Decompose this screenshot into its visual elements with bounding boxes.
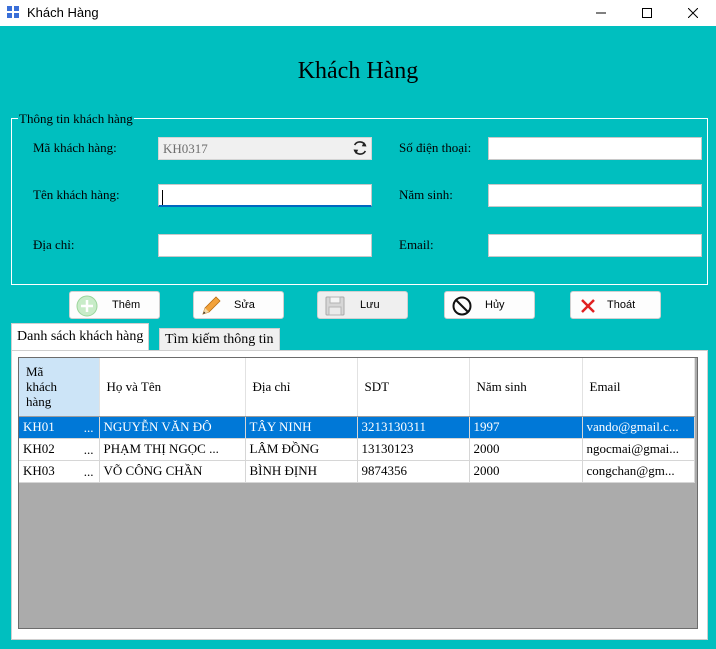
cell-address[interactable]: TÂY NINH [245, 416, 358, 439]
maximize-button[interactable] [624, 0, 670, 26]
save-button-label: Lưu [360, 299, 380, 311]
minimize-icon [596, 12, 606, 14]
address-label: Địa chỉ: [33, 237, 75, 252]
cell-name[interactable]: PHẠM THỊ NGỌC ... [99, 438, 246, 461]
edit-button[interactable]: Sửa [193, 291, 284, 319]
address-field[interactable] [158, 234, 372, 257]
title-bar[interactable]: Khách Hàng [0, 0, 716, 26]
cell-id[interactable]: KH02... [19, 438, 100, 461]
cell-id[interactable]: KH03... [19, 460, 100, 483]
cell-id-text: KH02 [23, 441, 55, 456]
header-full-name[interactable]: Họ và Tên [99, 358, 246, 417]
exit-button-label: Thoát [607, 299, 636, 311]
save-icon [325, 296, 345, 316]
cell-email[interactable]: vando@gmail.c... [582, 416, 695, 439]
birth-year-field[interactable] [488, 184, 702, 207]
grid-header-row: Mã khách hàng Họ và Tên Địa chỉ SDT Năm … [19, 358, 695, 417]
cell-id-ellipsis: ... [83, 441, 94, 457]
close-icon [688, 8, 698, 18]
groupbox-label: Thông tin khách hàng [18, 111, 134, 127]
close-red-icon [581, 299, 595, 313]
exit-button[interactable]: Thoát [570, 291, 661, 319]
add-icon [76, 295, 98, 317]
form-title: Khách Hàng [297, 58, 419, 84]
pencil-icon [202, 296, 221, 315]
close-window-button[interactable] [670, 0, 716, 26]
header-birth-year[interactable]: Năm sinh [469, 358, 583, 417]
cell-id[interactable]: KH01... [19, 416, 100, 439]
table-row[interactable]: KH03... VÕ CÔNG CHẦN BÌNH ĐỊNH 9874356 2… [19, 460, 695, 483]
window-title: Khách Hàng [27, 5, 99, 20]
cell-email[interactable]: ngocmai@gmai... [582, 438, 695, 461]
cell-name[interactable]: NGUYỄN VĂN ĐÔ [99, 416, 246, 439]
cell-email[interactable]: congchan@gm... [582, 460, 695, 483]
customer-datagrid[interactable]: Mã khách hàng Họ và Tên Địa chỉ SDT Năm … [18, 357, 698, 629]
grid-table: Mã khách hàng Họ và Tên Địa chỉ SDT Năm … [19, 358, 695, 483]
table-row[interactable]: KH01... NGUYỄN VĂN ĐÔ TÂY NINH 321313031… [19, 416, 695, 439]
cell-phone[interactable]: 3213130311 [357, 416, 470, 439]
cell-id-text: KH01 [23, 419, 55, 434]
cell-year[interactable]: 2000 [469, 460, 583, 483]
phone-label: Số điện thoại: [399, 140, 472, 155]
edit-button-label: Sửa [234, 299, 255, 311]
cancel-button[interactable]: Hủy [444, 291, 535, 319]
cell-phone[interactable]: 13130123 [357, 438, 470, 461]
save-button[interactable]: Lưu [317, 291, 408, 319]
customer-id-field[interactable]: KH0317 [158, 137, 372, 160]
header-customer-id[interactable]: Mã khách hàng [19, 358, 100, 417]
cell-year[interactable]: 1997 [469, 416, 583, 439]
customer-id-label: Mã khách hàng: [33, 140, 117, 155]
tab-search-info[interactable]: Tìm kiếm thông tin [159, 328, 280, 350]
header-address[interactable]: Địa chỉ [245, 358, 358, 417]
refresh-icon[interactable] [351, 139, 369, 157]
cell-name[interactable]: VÕ CÔNG CHẦN [99, 460, 246, 483]
customer-window: Khách Hàng Khách Hàng Thông tin khách hà… [0, 0, 716, 649]
customer-name-label: Tên khách hàng: [33, 187, 120, 202]
cell-id-ellipsis: ... [83, 419, 94, 435]
header-email[interactable]: Email [582, 358, 695, 417]
header-phone[interactable]: SDT [357, 358, 470, 417]
email-field[interactable] [488, 234, 702, 257]
tab-customer-list[interactable]: Danh sách khách hàng [11, 323, 150, 350]
cell-address[interactable]: LÂM ĐỒNG [245, 438, 358, 461]
add-button-label: Thêm [112, 299, 141, 311]
cell-id-ellipsis: ... [83, 463, 94, 479]
cell-address[interactable]: BÌNH ĐỊNH [245, 460, 358, 483]
text-caret [162, 189, 163, 205]
cell-id-text: KH03 [23, 463, 55, 478]
cell-year[interactable]: 2000 [469, 438, 583, 461]
customer-list-tabpage: Mã khách hàng Họ và Tên Địa chỉ SDT Năm … [11, 350, 708, 640]
cancel-button-label: Hủy [485, 299, 505, 311]
customer-name-field[interactable] [158, 184, 372, 207]
email-label: Email: [399, 237, 434, 252]
table-row[interactable]: KH02... PHẠM THỊ NGỌC ... LÂM ĐỒNG 13130… [19, 438, 695, 461]
form-client-area: Khách Hàng Thông tin khách hàng Mã khách… [0, 26, 716, 649]
birth-year-label: Năm sinh: [399, 187, 453, 202]
minimize-button[interactable] [578, 0, 624, 26]
phone-field[interactable] [488, 137, 702, 160]
app-icon [7, 6, 19, 18]
no-entry-icon [452, 296, 472, 316]
maximize-icon [642, 8, 652, 18]
add-button[interactable]: Thêm [69, 291, 160, 319]
cell-phone[interactable]: 9874356 [357, 460, 470, 483]
